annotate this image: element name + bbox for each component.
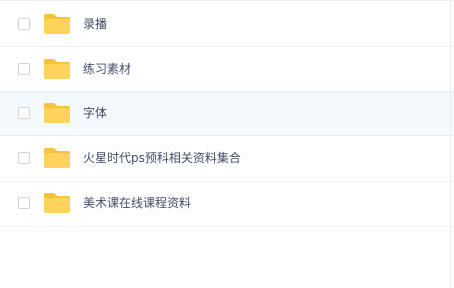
select-checkbox[interactable] [18, 63, 30, 75]
file-list: 录播 练习素材 字体 火星时代ps预科相关资料集合 美术课在线课程资料 [0, 0, 454, 288]
select-checkbox[interactable] [18, 107, 30, 119]
list-item-folder[interactable]: 字体 [0, 91, 454, 136]
folder-icon [43, 147, 71, 169]
file-name[interactable]: 字体 [83, 106, 107, 120]
file-name[interactable]: 美术课在线课程资料 [83, 196, 191, 210]
panel-right-border [450, 0, 451, 288]
list-item-folder[interactable]: 美术课在线课程资料 [0, 182, 454, 227]
select-checkbox[interactable] [18, 197, 30, 209]
list-item-folder[interactable]: 火星时代ps预科相关资料集合 [0, 137, 454, 182]
select-checkbox[interactable] [18, 152, 30, 164]
file-name[interactable]: 练习素材 [83, 62, 131, 76]
folder-icon [43, 58, 71, 80]
select-checkbox[interactable] [18, 18, 30, 30]
file-name[interactable]: 录播 [83, 17, 107, 31]
list-top-divider [0, 0, 454, 1]
list-item-folder[interactable]: 练习素材 [0, 47, 454, 92]
list-item-folder[interactable]: 录播 [0, 2, 454, 47]
file-name[interactable]: 火星时代ps预科相关资料集合 [83, 151, 241, 165]
folder-icon [43, 102, 71, 124]
folder-icon [43, 13, 71, 35]
folder-icon [43, 192, 71, 214]
